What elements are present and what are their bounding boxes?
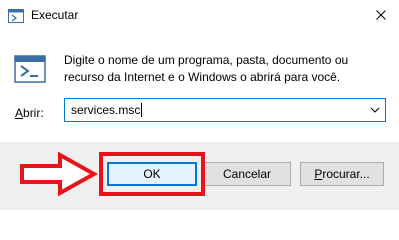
run-icon	[8, 9, 24, 23]
open-combobox[interactable]: services.msc	[64, 98, 386, 122]
run-dialog: Executar Digite o nome de um programa, p…	[0, 0, 399, 210]
title-bar[interactable]: Executar	[0, 0, 399, 31]
dropdown-button[interactable]	[369, 104, 381, 116]
window-title: Executar	[31, 8, 79, 22]
open-input[interactable]: services.msc	[71, 103, 140, 117]
browse-button[interactable]: Procurar...	[300, 162, 384, 186]
chevron-down-icon	[370, 107, 380, 113]
close-button[interactable]	[367, 2, 395, 28]
red-arrow-icon	[18, 151, 100, 197]
close-icon	[376, 10, 386, 20]
text-caret	[141, 103, 142, 117]
highlight-box	[99, 152, 205, 196]
dialog-description: Digite o nome de um programa, pasta, doc…	[64, 53, 349, 84]
run-program-icon	[14, 55, 46, 83]
cancel-button[interactable]: Cancelar	[203, 162, 291, 186]
open-label: Abrir:	[15, 106, 44, 120]
